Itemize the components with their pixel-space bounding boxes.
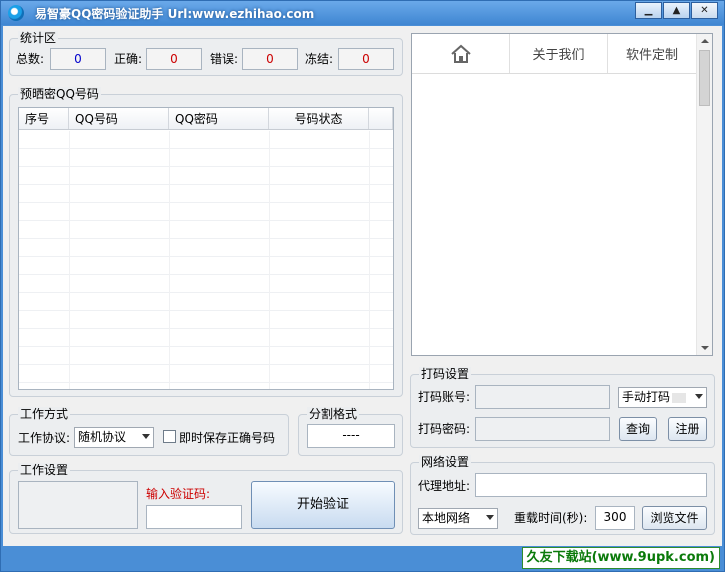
status-bar: 久友下载站(www.9upk.com) xyxy=(1,546,724,571)
browse-file-button[interactable]: 浏览文件 xyxy=(642,506,707,530)
chevron-down-icon xyxy=(486,515,494,520)
query-button[interactable]: 查询 xyxy=(619,417,657,441)
select-filler xyxy=(672,392,687,403)
reload-time-label: 重载时间(秒): xyxy=(514,511,588,525)
frozen-label: 冻结: xyxy=(305,52,334,66)
split-format-group: 分割格式 ---- xyxy=(298,407,403,456)
start-verify-button[interactable]: 开始验证 xyxy=(251,481,395,529)
grid-line xyxy=(69,131,70,389)
scroll-down-icon[interactable] xyxy=(701,346,709,350)
client-area: 统计区 总数: 0 正确: 0 错误: 0 冻结: 0 预晒密QQ号码 序号 Q… xyxy=(3,26,722,546)
about-us-nav-item[interactable]: 关于我们 xyxy=(510,34,608,73)
network-settings-group: 网络设置 代理地址: 本地网络 重载时间(秒): 300 浏览文件 xyxy=(410,455,715,535)
captcha-account-input[interactable] xyxy=(475,385,610,409)
captcha-settings-title: 打码设置 xyxy=(419,367,472,381)
protocol-label: 工作协议: xyxy=(18,431,71,445)
total-value: 0 xyxy=(50,48,106,70)
correct-label: 正确: xyxy=(114,52,143,66)
browser-scrollbar[interactable] xyxy=(696,34,712,355)
custom-software-nav-item[interactable]: 软件定制 xyxy=(608,34,696,73)
captcha-mode-value: 手动打码 xyxy=(622,390,671,404)
title-bar[interactable]: 易智豪QQ密码验证助手 Url:www.ezhihao.com ▁ ▲ ✕ xyxy=(1,1,724,25)
window-title: 易智豪QQ密码验证助手 Url:www.ezhihao.com xyxy=(35,7,315,21)
correct-value: 0 xyxy=(146,48,202,70)
stats-group-title: 统计区 xyxy=(18,31,59,45)
network-select-value: 本地网络 xyxy=(422,511,471,525)
work-settings-title: 工作设置 xyxy=(18,463,71,477)
captcha-mode-select[interactable]: 手动打码 xyxy=(618,387,707,408)
captcha-image xyxy=(18,481,138,529)
stats-group: 统计区 总数: 0 正确: 0 错误: 0 冻结: 0 xyxy=(9,31,403,76)
embedded-browser[interactable]: 关于我们 软件定制 xyxy=(411,33,713,356)
scroll-up-icon[interactable] xyxy=(701,39,709,43)
work-mode-group: 工作方式 工作协议: 随机协议 即时保存正确号码 xyxy=(9,407,289,456)
grid-line xyxy=(369,131,370,389)
work-settings-group: 工作设置 输入验证码: 开始验证 xyxy=(9,463,403,534)
split-format-title: 分割格式 xyxy=(307,407,360,421)
total-label: 总数: xyxy=(16,52,45,66)
qq-table-header: 序号 QQ号码 QQ密码 号码状态 xyxy=(19,108,393,130)
captcha-settings-group: 打码设置 打码账号: 手动打码 打码密码: 查询 注册 xyxy=(410,367,715,448)
qq-table-body xyxy=(19,131,393,389)
watermark-badge: 久友下载站(www.9upk.com) xyxy=(521,547,720,569)
qq-list-title: 预晒密QQ号码 xyxy=(18,87,101,101)
proxy-input[interactable] xyxy=(475,473,707,497)
browser-nav: 关于我们 软件定制 xyxy=(412,34,696,74)
save-correct-label[interactable]: 即时保存正确号码 xyxy=(179,431,275,445)
app-window: 易智豪QQ密码验证助手 Url:www.ezhihao.com ▁ ▲ ✕ 统计… xyxy=(0,0,725,572)
captcha-account-label: 打码账号: xyxy=(418,390,471,404)
captcha-input[interactable] xyxy=(146,505,242,529)
qq-list-group: 预晒密QQ号码 序号 QQ号码 QQ密码 号码状态 xyxy=(9,87,403,397)
app-logo-icon xyxy=(8,5,24,21)
col-status[interactable]: 号码状态 xyxy=(269,108,369,129)
reload-time-input[interactable]: 300 xyxy=(595,506,635,530)
split-format-input[interactable]: ---- xyxy=(307,424,395,448)
grid-line xyxy=(169,131,170,389)
home-icon xyxy=(450,44,471,63)
network-select[interactable]: 本地网络 xyxy=(418,508,498,529)
close-button[interactable]: ✕ xyxy=(691,2,718,19)
work-mode-title: 工作方式 xyxy=(18,407,71,421)
chevron-down-icon xyxy=(695,394,703,399)
minimize-button[interactable]: ▁ xyxy=(635,2,662,19)
maximize-button[interactable]: ▲ xyxy=(663,2,690,19)
col-qq-number[interactable]: QQ号码 xyxy=(69,108,169,129)
home-nav-item[interactable] xyxy=(412,34,510,73)
col-qq-password[interactable]: QQ密码 xyxy=(169,108,269,129)
scroll-thumb[interactable] xyxy=(699,50,710,106)
frozen-value: 0 xyxy=(338,48,394,70)
proxy-label: 代理地址: xyxy=(418,479,471,493)
error-value: 0 xyxy=(242,48,298,70)
register-button[interactable]: 注册 xyxy=(668,417,707,441)
captcha-password-label: 打码密码: xyxy=(418,422,471,436)
error-label: 错误: xyxy=(210,52,239,66)
grid-line xyxy=(269,131,270,389)
chevron-down-icon xyxy=(142,434,150,439)
protocol-select[interactable]: 随机协议 xyxy=(74,427,154,448)
protocol-select-value: 随机协议 xyxy=(78,430,127,444)
col-spacer xyxy=(369,108,393,129)
network-settings-title: 网络设置 xyxy=(419,455,472,469)
qq-table[interactable]: 序号 QQ号码 QQ密码 号码状态 xyxy=(18,107,394,390)
col-index[interactable]: 序号 xyxy=(19,108,69,129)
captcha-label: 输入验证码: xyxy=(146,487,211,501)
captcha-password-input[interactable] xyxy=(475,417,610,441)
save-correct-checkbox[interactable] xyxy=(163,430,176,443)
window-controls: ▁ ▲ ✕ xyxy=(635,2,718,19)
